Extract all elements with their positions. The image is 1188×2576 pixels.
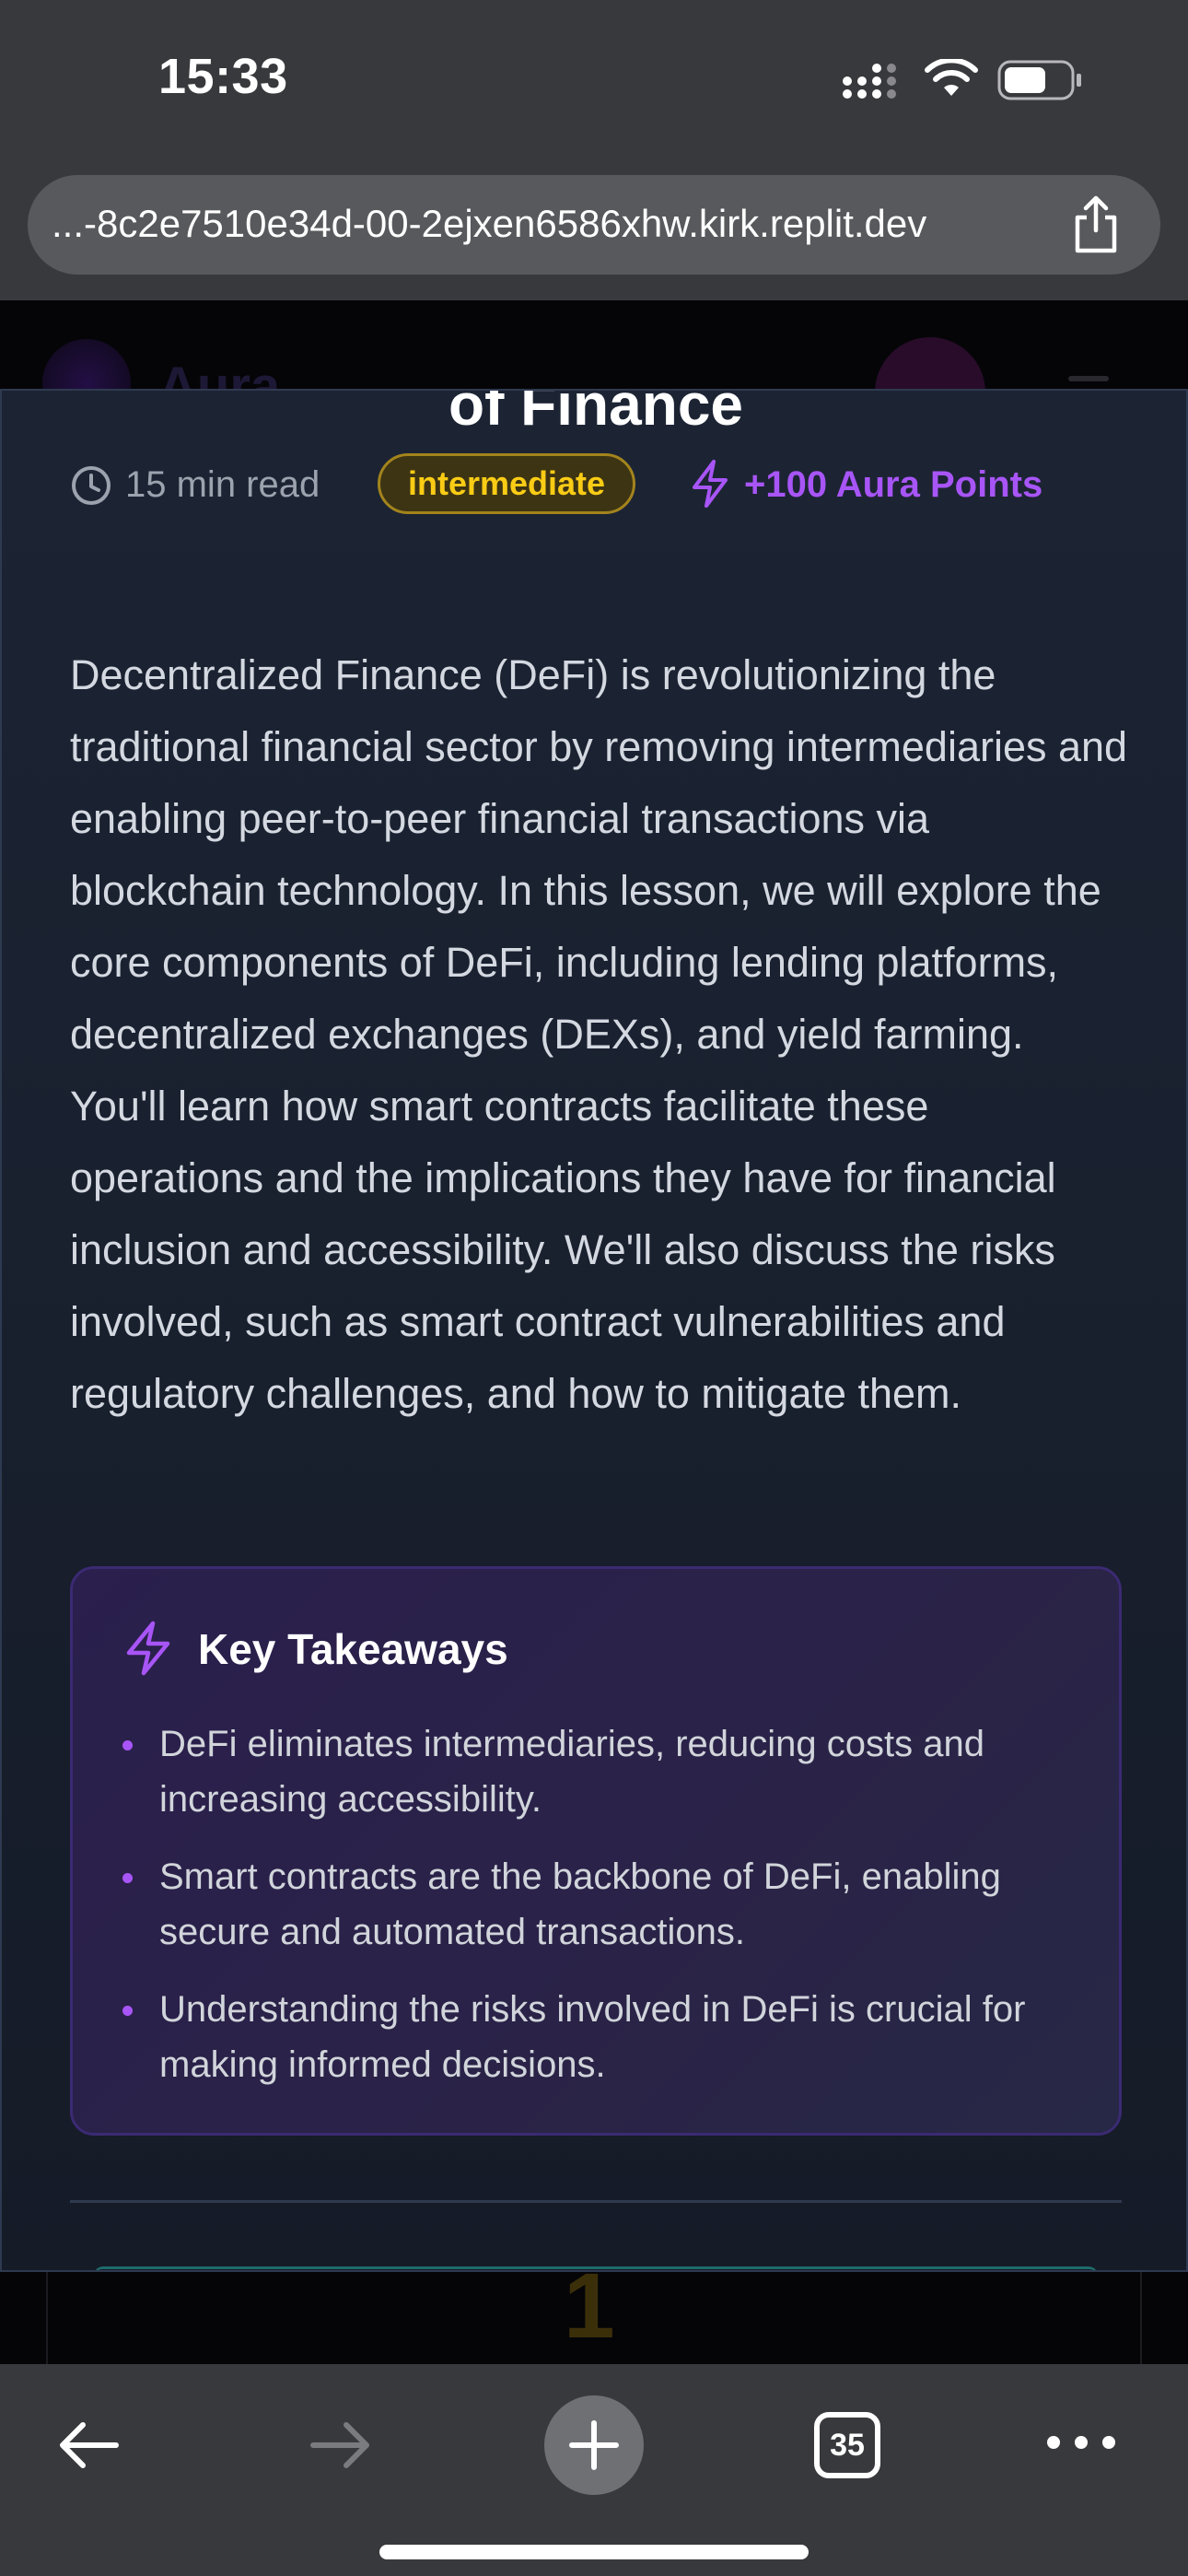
- share-icon[interactable]: [1068, 195, 1124, 254]
- address-bar[interactable]: ...-8c2e7510e34d-00-2ejxen6586xhw.kirk.r…: [28, 175, 1160, 275]
- lesson-modal[interactable]: of Finance 15 min read intermediate +100…: [0, 389, 1188, 2272]
- next-section-card: [94, 2266, 1098, 2270]
- plus-icon: [569, 2420, 619, 2470]
- aura-points: +100 Aura Points: [744, 464, 1043, 505]
- more-icon[interactable]: [1044, 2429, 1118, 2456]
- url-text[interactable]: ...-8c2e7510e34d-00-2ejxen6586xhw.kirk.r…: [52, 202, 926, 246]
- takeaway-text: DeFi eliminates intermediaries, reducing…: [159, 1724, 984, 1820]
- key-takeaways-list: DeFi eliminates intermediaries, reducing…: [122, 1716, 1080, 2114]
- back-arrow-icon[interactable]: [55, 2418, 122, 2473]
- home-indicator: [379, 2545, 809, 2559]
- site-header: Aura: [0, 300, 1188, 448]
- browser-url-area: ...-8c2e7510e34d-00-2ejxen6586xhw.kirk.r…: [0, 157, 1188, 300]
- lesson-meta: 15 min read intermediate +100 Aura Point…: [70, 453, 1129, 520]
- list-item: DeFi eliminates intermediaries, reducing…: [122, 1716, 1080, 1827]
- status-time: 15:33: [158, 49, 288, 104]
- list-item: Smart contracts are the backbone of DeFi…: [122, 1849, 1080, 1960]
- divider: [70, 2200, 1122, 2203]
- key-takeaways-title: Key Takeaways: [198, 1625, 508, 1673]
- signal-icon: [843, 64, 896, 99]
- bullet-icon: [122, 1740, 133, 1751]
- wifi-icon: [925, 59, 978, 96]
- lightning-bolt-icon: [693, 460, 728, 508]
- takeaway-text: Understanding the risks involved in DeFi…: [159, 1989, 1026, 2085]
- new-tab-button[interactable]: [544, 2395, 644, 2495]
- tabs-button[interactable]: 35: [814, 2412, 880, 2478]
- lightning-bolt-icon: [126, 1621, 170, 1676]
- status-bar: 15:33: [0, 0, 1188, 157]
- takeaway-text: Smart contracts are the backbone of DeFi…: [159, 1856, 1001, 1952]
- key-takeaways-card: Key Takeaways DeFi eliminates intermedia…: [70, 1566, 1122, 2136]
- read-time: 15 min read: [125, 464, 320, 505]
- bullet-icon: [122, 1873, 133, 1883]
- difficulty-badge: intermediate: [378, 453, 636, 514]
- forward-arrow-icon[interactable]: [308, 2418, 374, 2473]
- bullet-icon: [122, 2006, 133, 2016]
- lesson-title: of Finance: [448, 389, 744, 438]
- lesson-body-text: Decentralized Finance (DeFi) is revoluti…: [70, 651, 1128, 1417]
- clock-icon: [72, 466, 111, 505]
- menu-icon: [1068, 376, 1109, 381]
- battery-icon: [997, 60, 1081, 100]
- browser-toolbar: 35: [0, 2364, 1188, 2576]
- list-item: Understanding the risks involved in DeFi…: [122, 1982, 1080, 2092]
